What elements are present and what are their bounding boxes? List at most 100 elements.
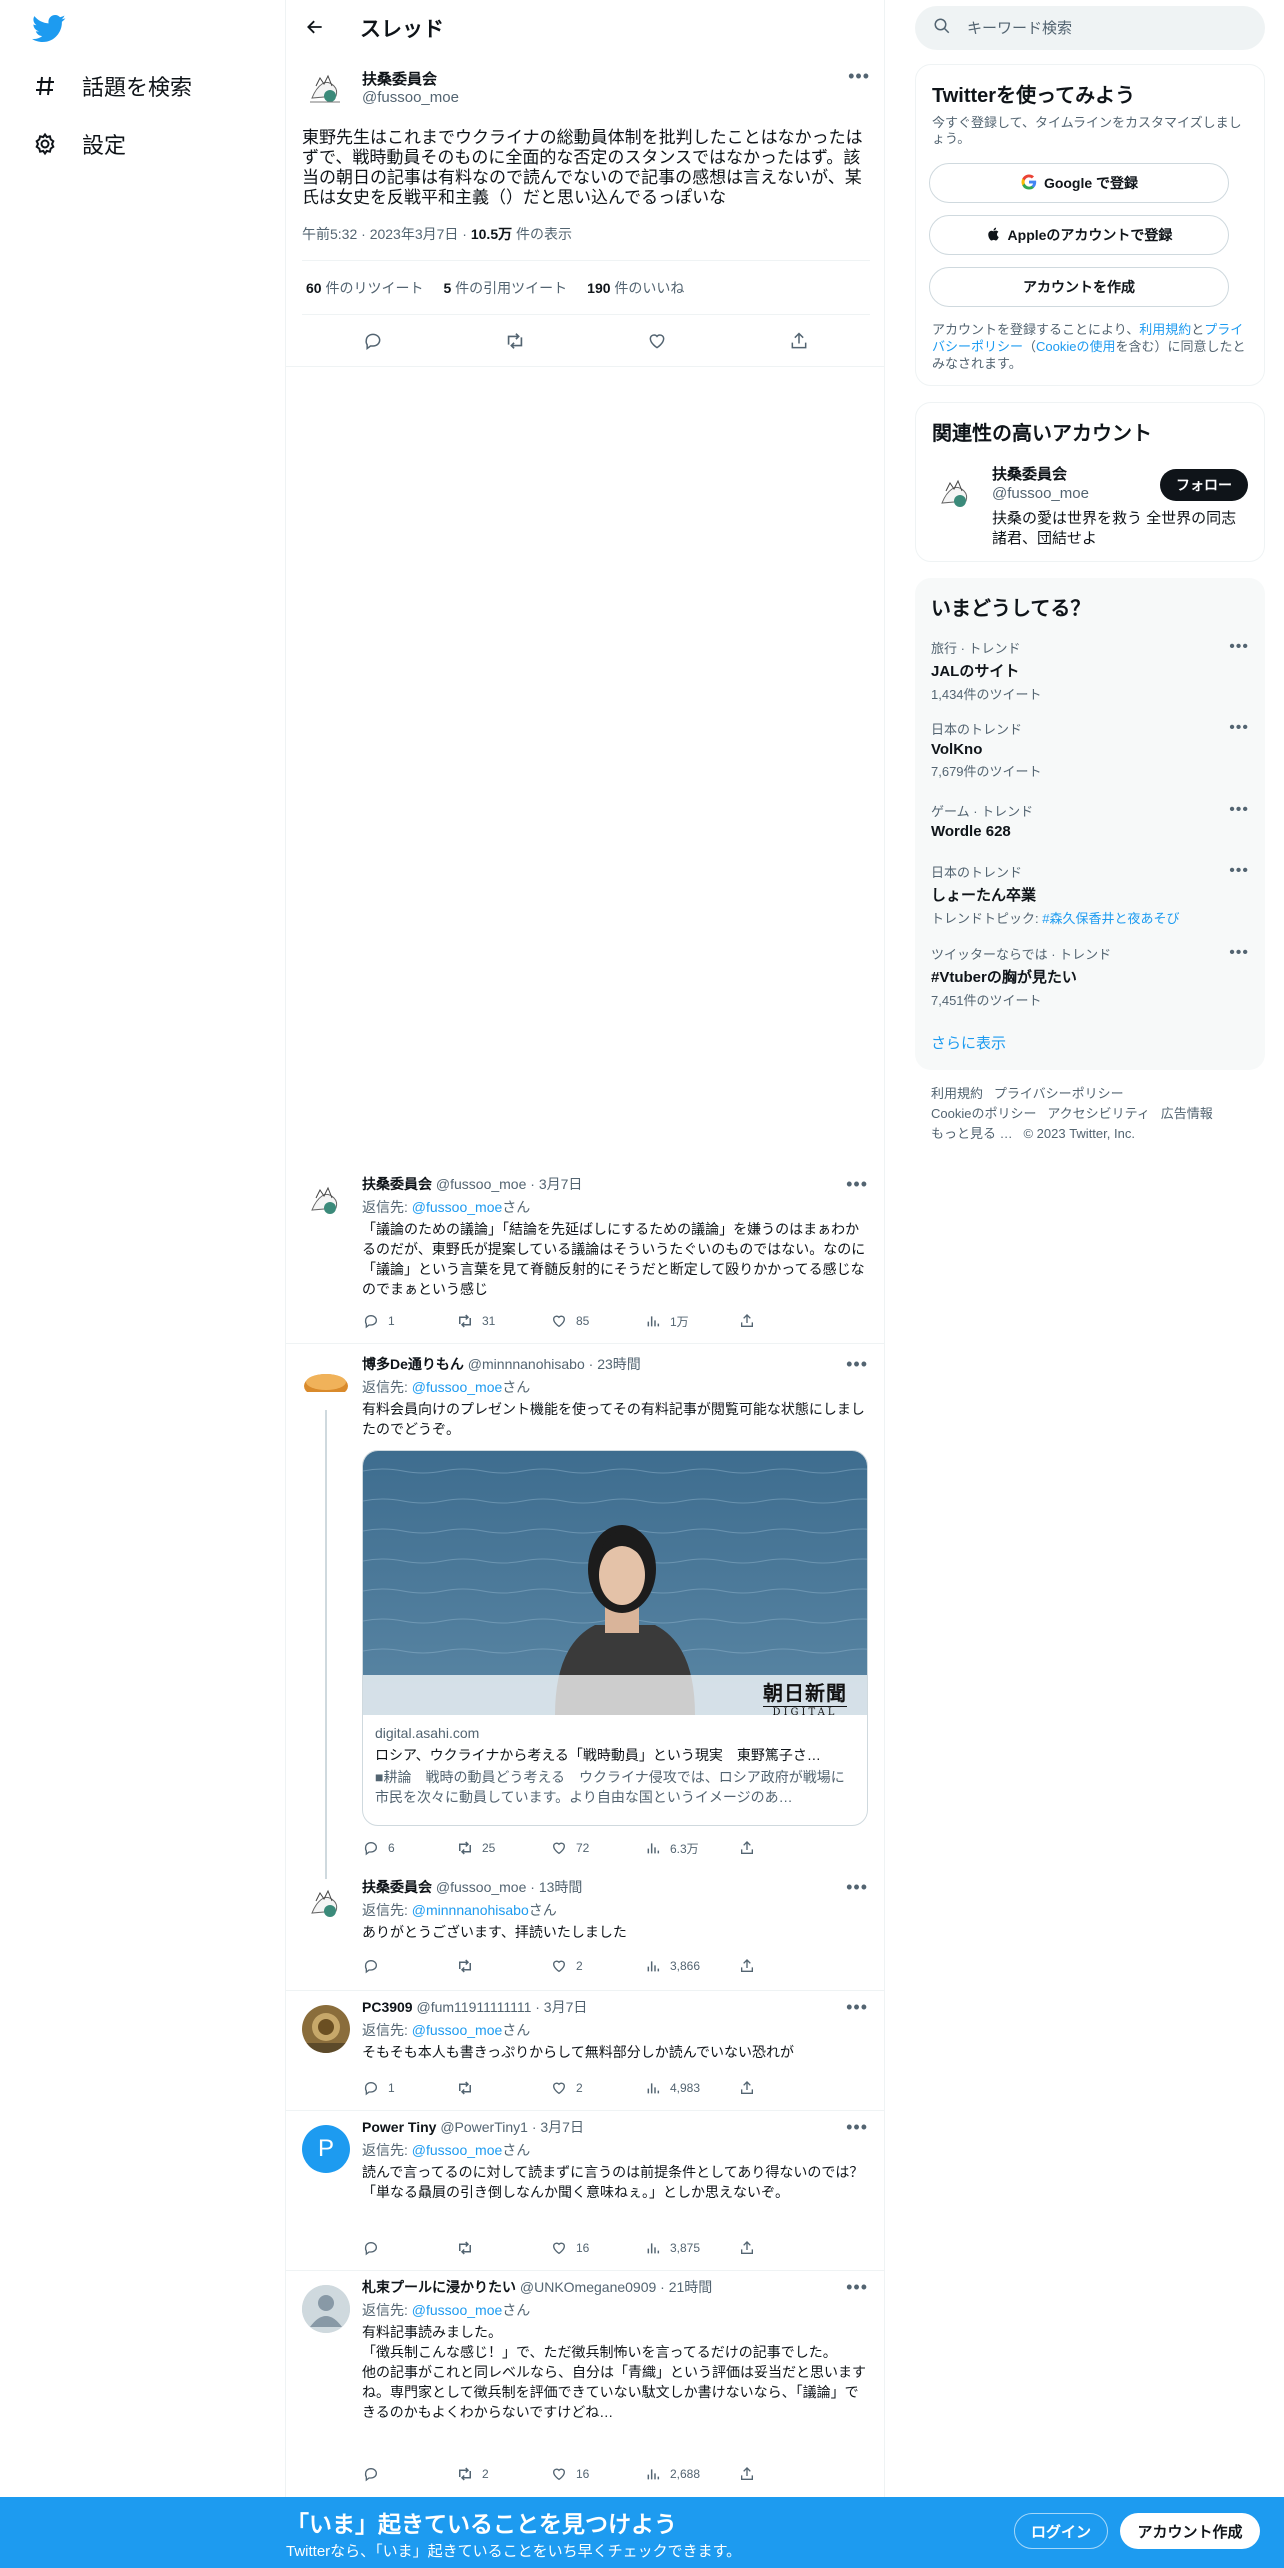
avatar[interactable] [932,469,980,517]
reply-author-name[interactable]: 扶桑委員会 [362,1879,432,1895]
more-icon[interactable]: ••• [1229,944,1249,962]
quotes-stat[interactable]: 5 件の引用ツイート [443,278,567,298]
reply-button[interactable] [362,2465,456,2483]
retweet-button[interactable] [456,2079,550,2097]
footer-accessibility-link[interactable]: アクセシビリティ [1047,1106,1150,1121]
cookie-link[interactable]: Cookieの使用 [1036,339,1115,354]
avatar[interactable] [302,1879,350,1927]
replying-to-link[interactable]: @fussoo_moe [412,1379,502,1395]
replying-to-link[interactable]: @fussoo_moe [412,1199,502,1215]
replying-to-link[interactable]: @minnnanohisabo [412,1902,529,1918]
more-icon[interactable]: ••• [846,1997,868,2018]
arrow-left-icon[interactable] [302,14,328,40]
reply-icon[interactable] [362,330,384,352]
share-button[interactable] [738,1312,832,1330]
nav-settings[interactable]: 設定 [32,128,126,160]
reply-tweet[interactable]: 博多De通りもん @minnnanohisabo · 23時間 返信先: @fu… [286,1344,884,1880]
more-icon[interactable]: ••• [848,66,870,87]
more-icon[interactable]: ••• [1229,719,1249,737]
follow-button[interactable]: フォロー [1160,469,1248,501]
link-card[interactable]: 朝日新聞 DIGITAL digital.asahi.com ロシア、ウクライナ… [362,1450,868,1826]
related-handle[interactable]: @fussoo_moe [992,485,1089,502]
reply-button[interactable]: 1 [362,2079,456,2097]
apple-signup-button[interactable]: Appleのアカウントで登録 [929,215,1229,255]
replying-to-link[interactable]: @fussoo_moe [412,2142,502,2158]
like-button[interactable]: 2 [550,2079,644,2097]
reply-author-name[interactable]: Power Tiny [362,2119,436,2135]
reply-button[interactable]: 1 [362,1312,456,1330]
reply-author-name[interactable]: 博多De通りもん [362,1356,464,1372]
reply-button[interactable]: 6 [362,1839,456,1857]
share-button[interactable] [738,1957,832,1975]
footer-cookie-link[interactable]: Cookieのポリシー [931,1106,1036,1121]
terms-link[interactable]: 利用規約 [1139,322,1191,337]
reply-tweet[interactable]: 札束プールに浸かりたい @UNKOmegane0909 · 21時間 返信先: … [286,2271,884,2497]
retweets-stat[interactable]: 60 件のリツイート [306,278,423,298]
reply-author-name[interactable]: 札束プールに浸かりたい [362,2279,516,2295]
nav-explore[interactable]: 話題を検索 [32,70,192,102]
reply-button[interactable] [362,2239,456,2257]
avatar[interactable] [302,2285,350,2333]
avatar[interactable] [302,2005,350,2053]
trend-item[interactable]: 日本のトレンド しょーたん卒業 トレンドトピック: #森久保香井と夜あそび ••… [931,862,1249,927]
retweet-button[interactable]: 31 [456,1312,550,1330]
share-button[interactable] [738,2079,832,2097]
views-button[interactable]: 3,875 [644,2239,738,2257]
trend-topic-link[interactable]: #森久保香井と夜あそび [1042,911,1179,926]
footer-terms-link[interactable]: 利用規約 [931,1086,983,1101]
twitter-bird-icon[interactable] [32,14,66,44]
more-icon[interactable]: ••• [1229,862,1249,880]
reply-author-handle[interactable]: @minnnanohisabo · 23時間 [468,1356,641,1372]
show-more-link[interactable]: さらに表示 [931,1032,1006,1053]
share-button[interactable] [738,2465,832,2483]
google-signup-button[interactable]: Google で登録 [929,163,1229,203]
reply-button[interactable] [362,1957,456,1975]
views-button[interactable]: 1万 [644,1312,738,1330]
retweet-button[interactable]: 25 [456,1839,550,1857]
trend-item[interactable]: 旅行 · トレンド JALのサイト 1,434件のツイート ••• [931,638,1249,703]
more-icon[interactable]: ••• [846,1877,868,1898]
reply-tweet[interactable]: PC3909 @fum11911111111 · 3月7日 返信先: @fuss… [286,1991,884,2111]
like-button[interactable]: 72 [550,1839,644,1857]
tweet-time[interactable]: 午前5:32 · 2023年3月7日 · [302,226,471,242]
reply-tweet[interactable]: 扶桑委員会 @fussoo_moe · 3月7日 返信先: @fussoo_mo… [286,1164,884,1344]
search-box[interactable] [915,6,1265,50]
reply-author-handle[interactable]: @fum11911111111 · 3月7日 [416,1999,587,2015]
like-button[interactable]: 85 [550,1312,644,1330]
more-icon[interactable]: ••• [846,2277,868,2298]
reply-author-handle[interactable]: @PowerTiny1 · 3月7日 [440,2119,584,2135]
likes-stat[interactable]: 190 件のいいね [587,278,684,298]
reply-author-name[interactable]: 扶桑委員会 [362,1176,432,1192]
footer-privacy-link[interactable]: プライバシーポリシー [994,1086,1124,1101]
login-button[interactable]: ログイン [1014,2513,1108,2549]
more-icon[interactable]: ••• [846,1354,868,1375]
author-handle[interactable]: @fussoo_moe [362,89,459,106]
more-icon[interactable]: ••• [846,1174,868,1195]
share-button[interactable] [738,2239,832,2257]
share-icon[interactable] [788,330,810,352]
like-button[interactable]: 2 [550,1957,644,1975]
footer-more-link[interactable]: もっと見る … [931,1126,1013,1141]
views-button[interactable]: 6.3万 [644,1839,738,1857]
reply-author-handle[interactable]: @UNKOmegane0909 · 21時間 [520,2279,712,2295]
like-button[interactable]: 16 [550,2465,644,2483]
replying-to-link[interactable]: @fussoo_moe [412,2302,502,2318]
views-button[interactable]: 3,866 [644,1957,738,1975]
share-button[interactable] [738,1839,832,1857]
like-icon[interactable] [646,330,668,352]
retweet-button[interactable] [456,1957,550,1975]
retweet-icon[interactable] [504,330,526,352]
trend-item[interactable]: ゲーム · トレンド Wordle 628 ••• [931,801,1249,840]
reply-author-handle[interactable]: @fussoo_moe · 13時間 [436,1879,583,1895]
like-button[interactable]: 16 [550,2239,644,2257]
retweet-button[interactable]: 2 [456,2465,550,2483]
views-button[interactable]: 4,983 [644,2079,738,2097]
avatar[interactable] [302,64,350,112]
more-icon[interactable]: ••• [1229,801,1249,819]
related-name[interactable]: 扶桑委員会 [992,463,1067,484]
avatar[interactable] [302,1176,350,1224]
reply-tweet[interactable]: P Power Tiny @PowerTiny1 · 3月7日 返信先: @fu… [286,2111,884,2271]
author-name[interactable]: 扶桑委員会 [362,68,437,89]
signup-button[interactable]: アカウント作成 [1120,2513,1260,2549]
views-button[interactable]: 2,688 [644,2465,738,2483]
